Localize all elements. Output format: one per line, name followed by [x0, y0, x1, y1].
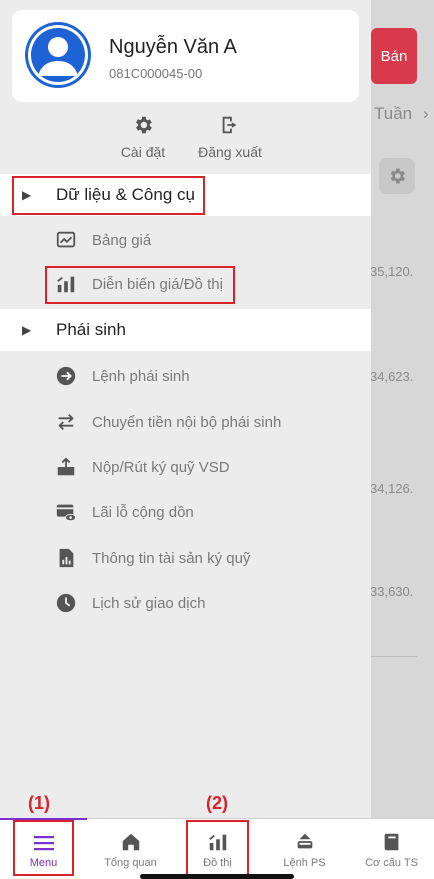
nav-label: Lệnh PS [283, 857, 326, 869]
menu-item-label: Thông tin tài sản ký quỹ [92, 549, 251, 567]
gear-icon [98, 112, 188, 138]
value-label: 34,126. [370, 481, 414, 496]
orders-icon [261, 819, 348, 853]
logout-icon [185, 112, 275, 138]
nav-asset-structure[interactable]: Cơ cấu TS [348, 819, 434, 879]
value-label: 34,623. [370, 369, 414, 384]
settings-button[interactable]: Cài đặt [98, 112, 188, 160]
period-label[interactable]: Tuần [374, 104, 412, 124]
logout-label: Đăng xuất [198, 144, 262, 160]
card-eye-icon [54, 500, 78, 524]
nav-overview[interactable]: Tổng quan [87, 819, 174, 879]
nav-label: Tổng quan [104, 857, 157, 869]
clock-icon [54, 591, 78, 615]
menu-item-label: Chuyển tiền nội bộ phái sinh [92, 413, 282, 431]
nav-derivative-orders[interactable]: Lệnh PS [261, 819, 348, 879]
section-label: Phái sinh [56, 320, 126, 339]
menu-item-label: Lãi lỗ cộng dồn [92, 503, 194, 521]
chevron-right-icon[interactable]: › [423, 104, 429, 124]
annotation-label: (2) [206, 793, 228, 813]
value-label: 33,630. [370, 584, 414, 599]
gear-icon[interactable] [379, 158, 415, 194]
menu-item-label: Lịch sử giao dịch [92, 594, 206, 612]
annotation-label: (1) [28, 793, 50, 813]
menu-item-label: Nộp/Rút ký quỹ VSD [92, 458, 230, 476]
highlight-box [12, 176, 205, 215]
highlight-box [186, 820, 249, 876]
section-derivatives[interactable]: ▶ Phái sinh [0, 309, 371, 351]
menu-item-label: Lệnh phái sinh [92, 367, 190, 385]
side-drawer: Nguyễn Văn A 081C000045-00 Cài đặt Đăng … [0, 0, 371, 879]
price-board-icon [54, 228, 78, 252]
highlight-box [45, 266, 235, 304]
document-chart-icon [54, 546, 78, 570]
avatar [25, 22, 91, 88]
profile-card[interactable]: Nguyễn Văn A 081C000045-00 [12, 10, 359, 102]
arrow-circle-icon [54, 364, 78, 388]
deposit-icon [54, 455, 78, 479]
user-name: Nguyễn Văn A [109, 36, 237, 58]
nav-label: Cơ cấu TS [365, 857, 418, 869]
menu-item-margin-assets[interactable]: Thông tin tài sản ký quỹ [0, 536, 371, 580]
account-id: 081C000045-00 [109, 66, 203, 81]
menu-item-derivative-order[interactable]: Lệnh phái sinh [0, 354, 371, 398]
value-label: 35,120. [370, 264, 414, 279]
menu-item-price-board[interactable]: Bảng giá [0, 218, 371, 262]
transfer-icon [54, 410, 78, 434]
menu-item-cumulative-pl[interactable]: Lãi lỗ cộng dồn [0, 490, 371, 534]
divider [371, 656, 417, 657]
menu-item-internal-transfer[interactable]: Chuyển tiền nội bộ phái sinh [0, 400, 371, 444]
highlight-box [13, 820, 74, 876]
logout-button[interactable]: Đăng xuất [185, 112, 275, 160]
menu-item-vsd-margin[interactable]: Nộp/Rút ký quỹ VSD [0, 445, 371, 489]
menu-item-label: Bảng giá [92, 231, 152, 249]
home-icon [87, 819, 174, 853]
home-indicator[interactable] [140, 874, 294, 879]
triangle-right-icon: ▶ [22, 323, 32, 337]
menu-item-trade-history[interactable]: Lịch sử giao dịch [0, 581, 371, 625]
sell-button[interactable]: Bán [371, 28, 417, 84]
settings-label: Cài đặt [120, 144, 166, 160]
book-icon [348, 819, 434, 853]
